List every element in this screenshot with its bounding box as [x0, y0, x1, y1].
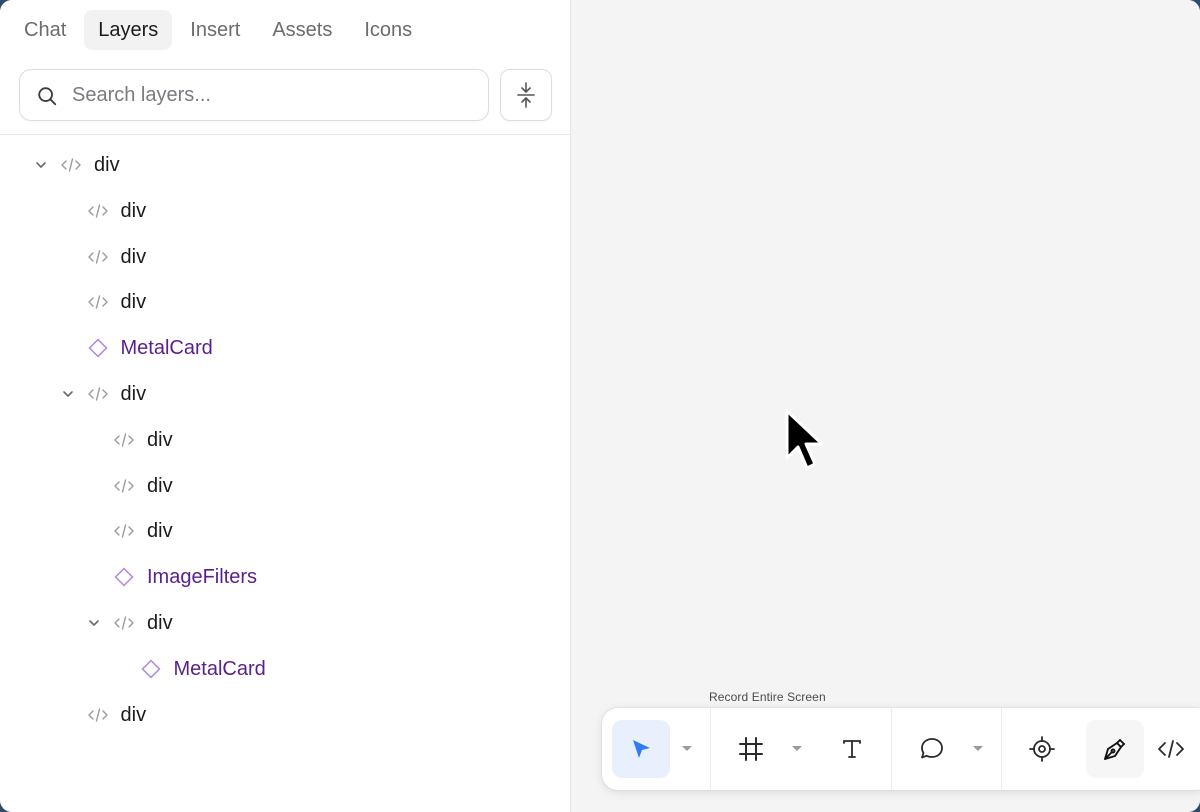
bottom-toolbar	[602, 708, 1200, 790]
layer-tree: div div div div MetalCard div div div div ImageFi…	[0, 142, 571, 737]
code-tag-icon	[87, 707, 108, 722]
code-tag-icon	[87, 387, 108, 401]
layer-row[interactable]: div	[0, 279, 571, 325]
layers-panel: Chat Layers Insert Assets Icons divdivdi…	[0, 0, 571, 812]
tab-insert[interactable]: Insert	[176, 10, 254, 50]
toolbar-tooltip: Record Entire Screen	[709, 690, 826, 704]
search-icon	[38, 87, 57, 106]
pointer-dropdown-icon[interactable]	[681, 745, 693, 753]
code-tag-icon	[87, 204, 108, 218]
component-icon	[87, 338, 108, 358]
frame-tool-button[interactable]	[722, 720, 780, 778]
toolbar-separator	[710, 708, 711, 790]
layer-row[interactable]: div	[0, 142, 571, 188]
component-icon	[114, 567, 134, 587]
pointer-tool-button[interactable]	[612, 720, 670, 778]
tab-icons[interactable]: Icons	[350, 10, 426, 50]
code-icon	[1158, 740, 1184, 758]
layer-row[interactable]: div	[0, 600, 571, 646]
code-tag-icon	[114, 524, 134, 539]
layer-label: div	[147, 474, 173, 497]
code-tag-icon	[114, 433, 134, 447]
panel-divider	[0, 134, 571, 135]
text-icon	[843, 740, 861, 758]
code-tool-button[interactable]	[1142, 720, 1200, 778]
layer-row[interactable]: div	[0, 234, 571, 280]
comment-tool-button[interactable]	[903, 720, 961, 778]
collapse-icon	[517, 82, 535, 108]
pen-icon	[1104, 739, 1125, 760]
tab-chat[interactable]: Chat	[10, 10, 80, 50]
comment-icon	[921, 738, 943, 759]
layer-label: div	[147, 428, 173, 451]
layer-label: div	[147, 520, 173, 543]
pen-tool-button[interactable]	[1086, 720, 1144, 778]
layer-label: MetalCard	[173, 657, 266, 680]
target-icon	[1029, 736, 1055, 762]
layer-label: div	[120, 199, 147, 222]
mouse-cursor-icon	[785, 409, 824, 470]
layer-label: div	[120, 382, 147, 405]
collapse-all-button[interactable]	[500, 69, 552, 121]
layer-label: MetalCard	[120, 337, 213, 360]
code-tag-icon	[114, 478, 134, 493]
layer-row[interactable]: div	[0, 371, 571, 417]
target-tool-button[interactable]	[1013, 720, 1071, 778]
code-tag-icon	[87, 249, 108, 264]
toolbar-separator	[891, 708, 892, 790]
layer-label: div	[147, 611, 173, 634]
tab-layers[interactable]: Layers	[84, 10, 173, 50]
code-tag-icon	[87, 295, 108, 310]
layer-row[interactable]: MetalCard	[0, 325, 571, 371]
component-icon	[140, 659, 161, 679]
text-tool-button[interactable]	[823, 720, 881, 778]
toolbar-separator	[1001, 708, 1002, 790]
layer-row[interactable]: ImageFilters	[0, 554, 571, 600]
chevron-down-icon[interactable]	[87, 616, 101, 630]
layer-row[interactable]: div	[0, 417, 571, 463]
layer-label: div	[94, 154, 120, 176]
code-tag-icon	[61, 158, 81, 172]
layer-row[interactable]: div	[0, 188, 571, 234]
layer-label: ImageFilters	[147, 566, 258, 589]
layer-row[interactable]: div	[0, 463, 571, 509]
comment-dropdown-icon[interactable]	[972, 745, 984, 753]
app-window: Chat Layers Insert Assets Icons divdivdi…	[0, 0, 1200, 812]
design-canvas[interactable]	[572, 0, 1200, 812]
panel-tabs: Chat Layers Insert Assets Icons	[10, 10, 426, 50]
layer-label: div	[120, 291, 147, 314]
layer-label: div	[120, 245, 147, 268]
layer-row[interactable]: div	[0, 508, 571, 554]
chevron-down-icon[interactable]	[34, 158, 48, 172]
frame-dropdown-icon[interactable]	[791, 745, 803, 753]
search-input[interactable]	[72, 78, 472, 112]
chevron-down-icon[interactable]	[61, 387, 75, 401]
search-box	[19, 69, 489, 121]
layer-row[interactable]: div	[0, 692, 571, 738]
frame-icon	[739, 737, 763, 761]
layer-label: div	[120, 703, 147, 726]
code-tag-icon	[114, 616, 134, 630]
tab-assets[interactable]: Assets	[258, 10, 346, 50]
layer-row[interactable]: MetalCard	[0, 646, 571, 692]
pointer-icon	[633, 740, 650, 758]
